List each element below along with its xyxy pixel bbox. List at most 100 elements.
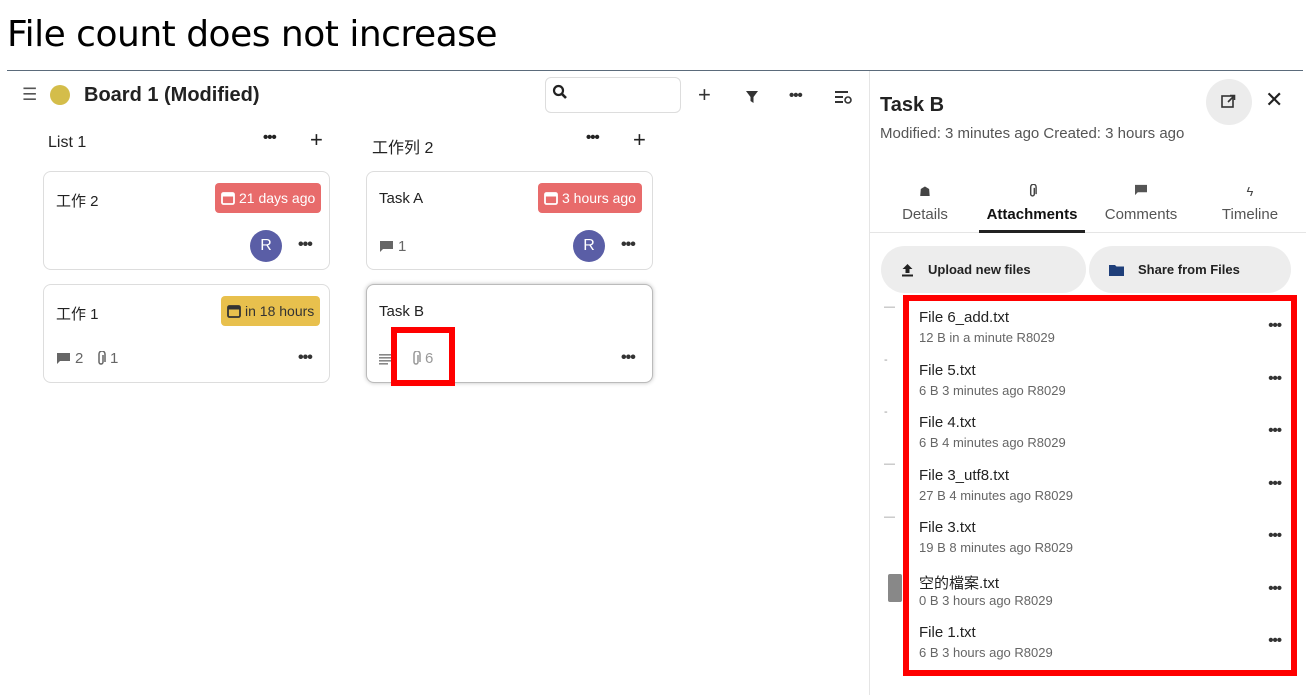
file-more-icon[interactable]: ••• [1268, 317, 1282, 334]
attachment-item[interactable]: File 1.txt 6 B 3 hours ago R8029 ••• [919, 620, 1289, 668]
due-date-badge: in 18 hours [221, 296, 321, 326]
tab-label: Comments [1104, 206, 1178, 223]
board-details-icon[interactable] [835, 90, 852, 105]
paperclip-icon [98, 351, 106, 365]
share-label: Share from Files [1138, 262, 1240, 277]
close-icon[interactable]: ✕ [1265, 87, 1283, 113]
upload-icon [902, 263, 913, 276]
file-more-icon[interactable]: ••• [1268, 632, 1282, 649]
list-add-card-icon[interactable]: + [310, 127, 323, 153]
file-name: File 3_utf8.txt [919, 467, 1010, 484]
card-details-sidebar: Task B Modified: 3 minutes ago Created: … [869, 71, 1306, 695]
sidebar-meta: Modified: 3 minutes ago Created: 3 hours… [880, 125, 1185, 142]
due-date-badge: 3 hours ago [538, 183, 642, 213]
file-more-icon[interactable]: ••• [1268, 580, 1282, 597]
file-meta: 19 B 8 minutes ago R8029 [919, 540, 1073, 555]
list-divider: — [884, 458, 895, 470]
card-more-icon[interactable]: ••• [298, 236, 313, 254]
file-meta: 12 B in a minute R8029 [919, 330, 1055, 345]
card-title: Task A [379, 190, 424, 207]
calendar-icon [227, 305, 241, 318]
file-more-icon[interactable]: ••• [1268, 527, 1282, 544]
tab-comments[interactable]: Comments [1088, 181, 1194, 233]
file-name: File 6_add.txt [919, 309, 1010, 326]
file-more-icon[interactable]: ••• [1268, 422, 1282, 439]
slide-title: File count does not increase [7, 14, 498, 55]
card-more-icon[interactable]: ••• [621, 349, 636, 367]
tab-label: Timeline [1221, 206, 1279, 223]
hamburger-icon[interactable]: ☰ [22, 85, 37, 105]
more-icon[interactable]: ••• [789, 87, 803, 104]
list-more-icon[interactable]: ••• [263, 129, 277, 146]
attachment-item[interactable]: 空的檔案.txt 0 B 3 hours ago R8029 ••• [919, 568, 1289, 616]
upload-files-button[interactable]: Upload new files [881, 246, 1086, 293]
attachment-item[interactable]: File 6_add.txt 12 B in a minute R8029 ••… [919, 305, 1289, 353]
card-more-icon[interactable]: ••• [298, 349, 313, 367]
filter-icon[interactable] [745, 90, 759, 104]
card-more-icon[interactable]: ••• [621, 236, 636, 254]
list-more-icon[interactable]: ••• [586, 129, 600, 146]
card[interactable]: Task A 3 hours ago 1 R ••• [366, 171, 653, 270]
file-icon [888, 574, 902, 602]
attachments-badge: 1 [96, 350, 118, 367]
due-date-text: 21 days ago [239, 190, 316, 206]
file-meta: 6 B 3 minutes ago R8029 [919, 383, 1066, 398]
plus-icon[interactable]: + [698, 82, 711, 108]
file-name: 空的檔案.txt [919, 575, 1000, 592]
file-name: File 1.txt [919, 624, 976, 641]
list-title: List 1 [48, 134, 87, 151]
attachments-list: File 6_add.txt 12 B in a minute R8029 ••… [903, 295, 1297, 676]
tab-timeline[interactable]: ϟ Timeline [1197, 181, 1303, 233]
file-name: File 3.txt [919, 519, 976, 536]
card-title: 工作 1 [56, 306, 99, 323]
comment-icon [380, 241, 393, 252]
card[interactable]: 工作 2 21 days ago R ••• [43, 171, 330, 270]
board-title: Board 1 (Modified) [84, 84, 260, 106]
tab-label: Details [902, 206, 948, 223]
comment-icon [57, 353, 70, 364]
attachment-item[interactable]: File 5.txt 6 B 3 minutes ago R8029 ••• [919, 358, 1289, 406]
tab-details[interactable]: ☗ Details [872, 181, 978, 233]
comment-icon [1088, 184, 1194, 199]
due-date-text: in 18 hours [245, 303, 315, 319]
card[interactable]: 工作 1 in 18 hours 2 1 ••• [43, 284, 330, 383]
card-title: 工作 2 [56, 193, 99, 210]
file-more-icon[interactable]: ••• [1268, 370, 1282, 387]
avatar[interactable]: R [250, 230, 282, 262]
due-date-badge: 21 days ago [215, 183, 322, 213]
file-meta: 6 B 4 minutes ago R8029 [919, 435, 1066, 450]
file-name: File 4.txt [919, 414, 976, 431]
attachment-item[interactable]: File 4.txt 6 B 4 minutes ago R8029 ••• [919, 410, 1289, 458]
list-divider: - [884, 354, 888, 366]
attachment-item[interactable]: File 3_utf8.txt 27 B 4 minutes ago R8029… [919, 463, 1289, 511]
comments-count: 1 [398, 238, 407, 255]
upload-label: Upload new files [928, 262, 1031, 277]
file-more-icon[interactable]: ••• [1268, 475, 1282, 492]
file-name: File 5.txt [919, 362, 976, 379]
list-divider: - [884, 406, 888, 418]
search-icon [552, 84, 567, 99]
comments-badge: 1 [379, 238, 406, 255]
folder-icon [1109, 264, 1124, 276]
search-input[interactable] [545, 77, 681, 113]
file-meta: 27 B 4 minutes ago R8029 [919, 488, 1073, 503]
attachments-count: 1 [110, 350, 119, 367]
lightning-icon: ϟ [1246, 184, 1254, 199]
file-meta: 0 B 3 hours ago R8029 [919, 593, 1053, 608]
tab-attachments[interactable]: Attachments [979, 181, 1085, 233]
sidebar-title: Task B [880, 94, 945, 116]
highlight-box [391, 327, 455, 386]
calendar-icon [221, 192, 235, 205]
attachment-item[interactable]: File 3.txt 19 B 8 minutes ago R8029 ••• [919, 515, 1289, 563]
share-from-files-button[interactable]: Share from Files [1089, 246, 1291, 293]
paperclip-icon [979, 183, 1085, 201]
card-title: Task B [379, 303, 425, 320]
list-add-card-icon[interactable]: + [633, 127, 646, 153]
avatar[interactable]: R [573, 230, 605, 262]
board-color-dot [50, 85, 70, 105]
list-title: 工作列 2 [372, 140, 434, 157]
list-divider: — [884, 511, 895, 523]
open-external-button[interactable] [1206, 79, 1252, 125]
board: ☰ Board 1 (Modified) + ••• List 1 ••• + … [8, 71, 869, 695]
home-icon: ☗ [919, 184, 931, 199]
